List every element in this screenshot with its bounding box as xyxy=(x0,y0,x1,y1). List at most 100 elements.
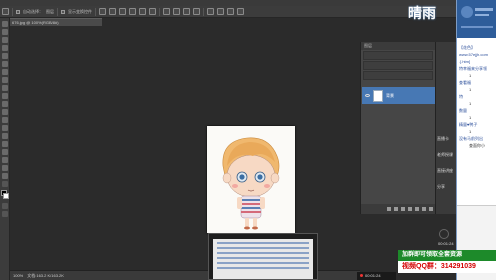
photoshop-window: 自动选择： 图层 显示变换控件 676.jpg @ 100%(RGB/8#) 1… xyxy=(0,0,496,280)
cartoon-boy-illustration xyxy=(207,126,295,233)
show-transform-label: 显示变换控件 xyxy=(68,8,92,14)
crop-tool[interactable] xyxy=(1,53,8,59)
layer-thumbnail xyxy=(373,89,383,102)
preview-line xyxy=(217,252,309,254)
dodge-tool[interactable] xyxy=(1,125,8,131)
3d-mode-icon[interactable] xyxy=(237,8,244,15)
divider xyxy=(57,7,58,16)
visibility-eye-icon[interactable] xyxy=(365,94,370,97)
side-label-a[interactable]: 直播卡 xyxy=(437,136,449,142)
hand-tool[interactable] xyxy=(1,165,8,171)
quick-mask-icon[interactable] xyxy=(1,203,8,209)
chat-line: 数量 xyxy=(459,108,467,113)
zoom-level[interactable]: 100% xyxy=(13,273,23,278)
layer-filter-row[interactable] xyxy=(363,51,433,60)
preview-line xyxy=(217,257,309,259)
mask-icon[interactable] xyxy=(401,207,405,211)
pen-tool[interactable] xyxy=(1,133,8,139)
align-left-icon[interactable] xyxy=(99,8,106,15)
record-button[interactable] xyxy=(439,229,449,239)
doc-size-info: 文档:163.2 K/163.2K xyxy=(27,272,64,278)
quick-select-tool[interactable] xyxy=(1,45,8,51)
tab-layers[interactable]: 图层 xyxy=(364,42,372,50)
3d-mode-icon[interactable] xyxy=(207,8,214,15)
auto-select-label: 自动选择： xyxy=(23,8,43,14)
distribute-icon[interactable] xyxy=(193,8,200,15)
align-top-icon[interactable] xyxy=(129,8,136,15)
blur-tool[interactable] xyxy=(1,117,8,123)
layer-select-dropdown[interactable]: 图层 xyxy=(46,9,54,15)
show-transform-checkbox[interactable] xyxy=(61,9,65,14)
document-canvas[interactable] xyxy=(207,126,295,233)
chat-line: 1 xyxy=(469,87,472,92)
color-swatches xyxy=(0,189,10,201)
chat-sidebar: 【花色】 www.57ejjh.com .[.htm] 特幸福来分享领 1 查看… xyxy=(456,0,496,280)
taskbar-preview[interactable] xyxy=(208,233,318,280)
background-color[interactable] xyxy=(2,193,9,199)
promo-banner: 加群即可领取全套资源 xyxy=(398,250,496,261)
adjustment-icon[interactable] xyxy=(408,207,412,211)
chat-line: 1 xyxy=(469,129,472,134)
3d-mode-icon[interactable] xyxy=(217,8,224,15)
preview-line xyxy=(217,242,309,244)
document-tab[interactable]: 676.jpg @ 100%(RGB/8#) xyxy=(10,18,102,26)
eraser-tool[interactable] xyxy=(1,101,8,107)
chat-header-text: 【花色】 xyxy=(459,45,475,50)
eyedropper-tool[interactable] xyxy=(1,61,8,67)
zoom-tool[interactable] xyxy=(1,173,8,179)
marquee-tool[interactable] xyxy=(1,29,8,35)
link-icon[interactable] xyxy=(387,207,391,211)
layer-name: 背景 xyxy=(386,92,394,98)
divider xyxy=(95,7,96,16)
player-bar[interactable]: 00:01:24 xyxy=(357,272,396,280)
chat-line[interactable]: www.57ejjh.com xyxy=(459,51,495,58)
auto-select-checkbox[interactable] xyxy=(16,9,20,14)
session-time: 00:01:24 xyxy=(438,241,454,246)
divider xyxy=(203,7,204,16)
chat-line: 查看福 xyxy=(459,80,471,85)
history-brush-tool[interactable] xyxy=(1,93,8,99)
distribute-icon[interactable] xyxy=(173,8,180,15)
blend-mode-row[interactable] xyxy=(363,61,433,70)
side-label-c[interactable]: 直接讲座 xyxy=(437,168,453,174)
gradient-tool[interactable] xyxy=(1,109,8,115)
fx-icon[interactable] xyxy=(394,207,398,211)
divider xyxy=(159,7,160,16)
distribute-icon[interactable] xyxy=(183,8,190,15)
lasso-tool[interactable] xyxy=(1,37,8,43)
chat-line: 特 xyxy=(459,94,463,99)
align-middle-icon[interactable] xyxy=(139,8,146,15)
side-label-b[interactable]: 老师授课 xyxy=(437,152,453,158)
align-bottom-icon[interactable] xyxy=(149,8,156,15)
3d-mode-icon[interactable] xyxy=(227,8,234,15)
type-tool[interactable] xyxy=(1,141,8,147)
screen-mode-icon[interactable] xyxy=(1,211,8,217)
divider xyxy=(12,7,13,16)
options-bar: 自动选择： 图层 显示变换控件 xyxy=(0,6,456,18)
move-tool-icon[interactable] xyxy=(2,8,9,15)
chat-line[interactable]: .[.htm] xyxy=(459,58,495,65)
shape-tool[interactable] xyxy=(1,157,8,163)
clone-stamp-tool[interactable] xyxy=(1,85,8,91)
preview-line xyxy=(217,262,309,264)
preview-window xyxy=(213,239,313,279)
edit-toolbar-icon[interactable] xyxy=(1,181,8,187)
distribute-icon[interactable] xyxy=(163,8,170,15)
brush-tool[interactable] xyxy=(1,77,8,83)
side-label-d[interactable]: 分享 xyxy=(437,184,445,190)
preview-line xyxy=(217,267,309,269)
path-select-tool[interactable] xyxy=(1,149,8,155)
move-tool[interactable] xyxy=(1,21,8,27)
record-dot-icon xyxy=(360,274,363,277)
chat-line: 没有马前列出 xyxy=(459,136,483,141)
align-center-icon[interactable] xyxy=(109,8,116,15)
layer-row-background[interactable]: 背景 xyxy=(362,87,435,104)
lock-row[interactable] xyxy=(363,71,433,80)
align-right-icon[interactable] xyxy=(119,8,126,15)
healing-tool[interactable] xyxy=(1,69,8,75)
trash-icon[interactable] xyxy=(429,207,433,211)
chat-header-graphic xyxy=(457,0,496,38)
folder-icon[interactable] xyxy=(415,207,419,211)
new-layer-icon[interactable] xyxy=(422,207,426,211)
preview-line xyxy=(217,247,309,249)
